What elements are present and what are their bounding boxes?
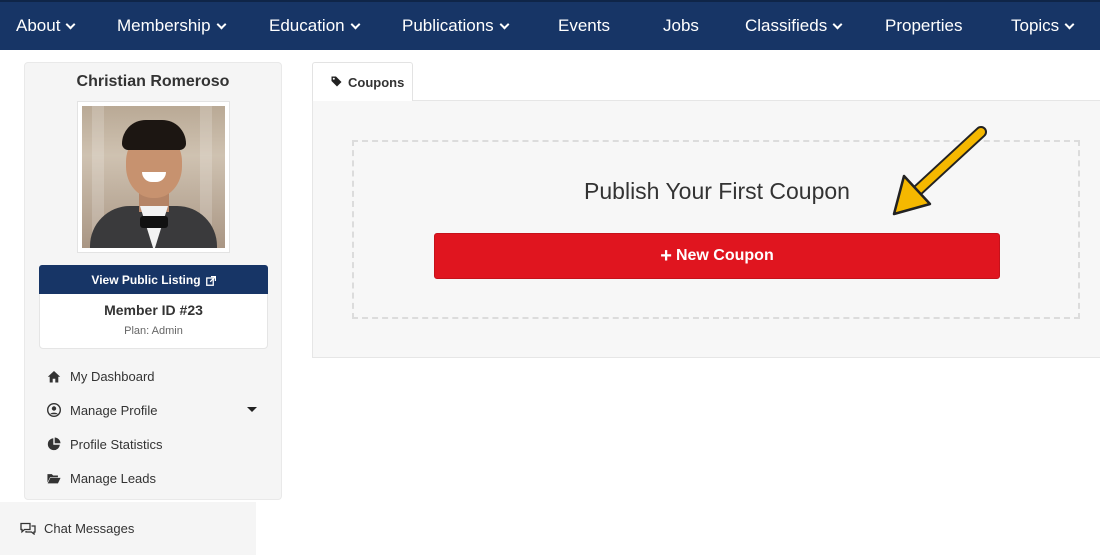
folder-open-icon [47,471,61,485]
plus-icon: + [660,245,672,267]
sidebar-item-manage-leads[interactable]: Manage Leads [25,461,281,495]
tab-coupons[interactable]: Coupons [312,62,413,101]
new-coupon-button[interactable]: + New Coupon [434,233,1000,279]
top-navigation: About Membership Education Publications … [0,0,1100,50]
caret-down-icon[interactable] [247,407,257,412]
member-plan: Plan: Admin [124,325,183,337]
sidebar-item-label: Profile Statistics [70,436,163,452]
member-card: View Public Listing Member ID #23 Plan: … [39,265,268,349]
nav-item-label: Events [558,16,610,35]
nav-item-label: About [16,16,61,35]
sidebar-item-label: My Dashboard [70,368,155,384]
pointer-arrow-icon [892,126,987,216]
chat-messages-button[interactable]: Chat Messages [0,502,256,555]
sidebar-menu: My Dashboard Manage Profile Profile Stat… [25,359,281,495]
tab-label: Coupons [348,74,405,90]
sidebar-item-label: Manage Profile [70,402,158,418]
pie-chart-icon [47,437,61,451]
chat-icon [20,522,36,535]
nav-item-label: Properties [885,16,963,35]
chevron-down-icon [1064,19,1075,29]
external-link-icon [205,275,216,286]
nav-item-label: Education [269,16,345,35]
nav-item-publications[interactable]: Publications [402,2,510,50]
nav-item-membership[interactable]: Membership [117,2,226,50]
member-sidebar: Christian Romeroso View Public Listing M… [24,62,282,500]
member-id: Member ID #23 [104,302,203,318]
nav-item-label: Topics [1011,16,1060,35]
home-icon [47,369,61,383]
view-listing-label: View Public Listing [91,272,201,287]
chat-messages-label: Chat Messages [44,521,135,536]
nav-item-classifieds[interactable]: Classifieds [745,2,843,50]
chevron-down-icon [350,19,361,29]
chevron-down-icon [832,19,843,29]
sidebar-item-label: Manage Leads [70,470,157,486]
nav-item-label: Jobs [663,16,699,35]
nav-item-jobs[interactable]: Jobs [663,2,699,50]
nav-item-label: Membership [117,16,211,35]
member-name: Christian Romeroso [76,73,230,90]
chevron-down-icon [65,19,76,29]
tag-icon [331,75,342,90]
view-public-listing-button[interactable]: View Public Listing [39,265,268,294]
avatar [77,101,230,253]
nav-item-label: Publications [402,16,494,35]
sidebar-item-profile-statistics[interactable]: Profile Statistics [25,427,281,461]
user-circle-icon [47,403,61,417]
sidebar-item-my-dashboard[interactable]: My Dashboard [25,359,281,393]
nav-item-events[interactable]: Events [558,2,610,50]
nav-item-label: Classifieds [745,16,828,35]
nav-item-topics[interactable]: Topics [1011,2,1075,50]
chevron-down-icon [216,19,226,29]
sidebar-item-manage-profile[interactable]: Manage Profile [25,393,281,427]
new-coupon-label: New Coupon [675,247,774,264]
nav-item-about[interactable]: About [16,2,76,50]
profile-photo [82,106,225,248]
chevron-down-icon [499,19,510,29]
nav-item-properties[interactable]: Properties [885,2,962,50]
nav-item-education[interactable]: Education [269,2,361,50]
